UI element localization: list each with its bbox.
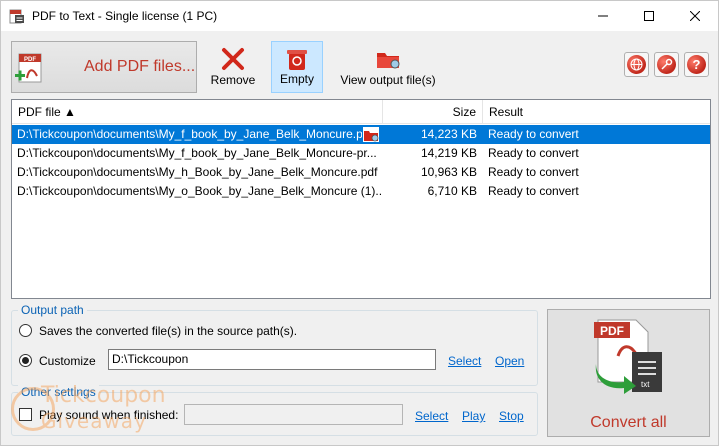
recycle-bin-icon xyxy=(287,50,307,70)
close-icon xyxy=(690,11,700,21)
source-path-radio[interactable] xyxy=(19,324,32,337)
minimize-icon xyxy=(598,15,608,17)
output-select-link[interactable]: Select xyxy=(448,354,481,368)
add-pdf-icon: PDF xyxy=(15,53,42,83)
sound-play-link[interactable]: Play xyxy=(462,409,485,423)
open-folder-icon[interactable] xyxy=(363,127,379,142)
row-file-path: D:\Tickcoupon\documents\My_f_book_by_Jan… xyxy=(17,146,377,160)
sound-file-input[interactable] xyxy=(184,404,403,425)
sound-stop-link[interactable]: Stop xyxy=(499,409,524,423)
other-settings-title: Other settings xyxy=(18,385,99,399)
globe-icon xyxy=(627,55,646,74)
txt-text: txt xyxy=(641,380,650,389)
web-button[interactable] xyxy=(624,52,649,77)
minimize-button[interactable] xyxy=(580,1,626,31)
row-size: 14,223 KB xyxy=(420,127,477,141)
source-path-label[interactable]: Saves the converted file(s) in the sourc… xyxy=(39,324,297,338)
view-output-label: View output file(s) xyxy=(340,73,436,87)
sound-select-link[interactable]: Select xyxy=(415,409,448,423)
output-path-group: Output path Saves the converted file(s) … xyxy=(11,303,538,386)
table-row[interactable]: D:\Tickcoupon\documents\My_o_Book_by_Jan… xyxy=(12,182,710,201)
other-settings-group: Other settings Play sound when finished:… xyxy=(11,385,538,436)
output-open-link[interactable]: Open xyxy=(495,354,524,368)
row-file-path: D:\Tickcoupon\documents\My_f_book_by_Jan… xyxy=(17,127,362,141)
play-sound-label[interactable]: Play sound when finished: xyxy=(39,408,178,422)
convert-all-button[interactable]: PDF txt Convert all xyxy=(547,309,710,437)
view-output-files-button[interactable]: View output file(s) xyxy=(335,41,441,93)
output-path-title: Output path xyxy=(18,303,87,317)
table-row[interactable]: D:\Tickcoupon\documents\My_h_Book_by_Jan… xyxy=(12,163,710,182)
column-header-size[interactable]: Size xyxy=(383,100,483,124)
play-sound-checkbox[interactable] xyxy=(19,408,32,421)
pdf-file-list[interactable]: PDF file ▲ Size Result D:\Tickcoupon\doc… xyxy=(11,99,711,299)
remove-icon xyxy=(222,48,244,70)
title-bar: PDF to Text - Single license (1 PC) xyxy=(1,1,718,31)
customize-radio[interactable] xyxy=(19,354,32,367)
close-button[interactable] xyxy=(672,1,718,31)
key-icon xyxy=(657,55,676,74)
table-row[interactable]: D:\Tickcoupon\documents\My_f_book_by_Jan… xyxy=(12,144,710,163)
help-icon: ? xyxy=(687,55,706,74)
row-size: 6,710 KB xyxy=(427,184,477,198)
column-header-pdf-file[interactable]: PDF file ▲ xyxy=(12,100,383,124)
license-key-button[interactable] xyxy=(654,52,679,77)
app-icon xyxy=(9,9,24,24)
pdf-text: PDF xyxy=(600,324,624,338)
row-result: Ready to convert xyxy=(488,146,579,160)
row-result: Ready to convert xyxy=(488,127,579,141)
add-pdf-files-button[interactable]: PDF Add PDF files... xyxy=(11,41,197,93)
row-result: Ready to convert xyxy=(488,184,579,198)
table-row[interactable]: D:\Tickcoupon\documents\My_f_book_by_Jan… xyxy=(12,125,710,144)
customize-label[interactable]: Customize xyxy=(39,354,96,368)
svg-text:PDF: PDF xyxy=(24,57,36,63)
empty-button[interactable]: Empty xyxy=(271,41,323,93)
maximize-icon xyxy=(644,11,654,21)
empty-label: Empty xyxy=(279,72,314,86)
app-window: PDF to Text - Single license (1 PC) PDF … xyxy=(0,0,719,446)
folder-view-icon xyxy=(377,53,400,69)
row-file-path: D:\Tickcoupon\documents\My_o_Book_by_Jan… xyxy=(17,184,381,198)
remove-label: Remove xyxy=(210,73,256,87)
convert-all-label: Convert all xyxy=(590,414,667,431)
column-header-result[interactable]: Result xyxy=(483,100,710,124)
maximize-button[interactable] xyxy=(626,1,672,31)
pdf-to-txt-icon: PDF txt xyxy=(594,319,662,394)
remove-button[interactable]: Remove xyxy=(205,41,261,93)
output-path-input[interactable]: D:\Tickcoupon xyxy=(108,349,436,370)
list-header: PDF file ▲ Size Result xyxy=(12,100,710,124)
row-size: 10,963 KB xyxy=(420,165,477,179)
row-size: 14,219 KB xyxy=(420,146,477,160)
row-file-path: D:\Tickcoupon\documents\My_h_Book_by_Jan… xyxy=(17,165,378,179)
window-title: PDF to Text - Single license (1 PC) xyxy=(32,9,218,23)
row-result: Ready to convert xyxy=(488,165,579,179)
help-button[interactable]: ? xyxy=(684,52,709,77)
add-pdf-files-label: Add PDF files... xyxy=(84,58,196,75)
